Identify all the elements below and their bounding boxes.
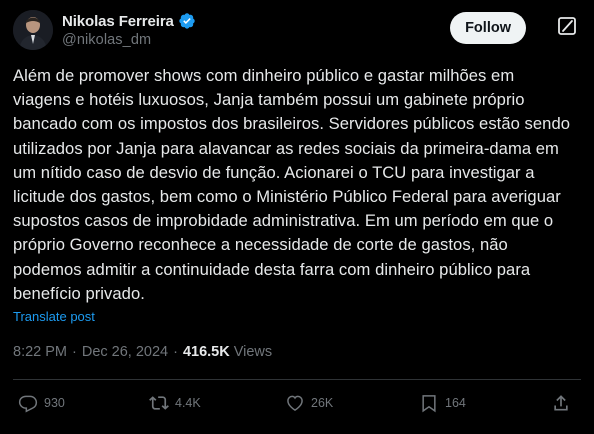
post-meta: 8:22 PM · Dec 26, 2024 · 416.5K Views bbox=[13, 344, 272, 360]
views-count[interactable]: 416.5K bbox=[183, 344, 230, 360]
like-button[interactable]: 26K bbox=[285, 391, 333, 415]
post-text-line: licitude dos gastos, bem como o Ministér… bbox=[13, 187, 561, 207]
grok-icon[interactable] bbox=[557, 16, 577, 36]
post-text-line: Além de promover shows com dinheiro públ… bbox=[13, 66, 515, 85]
reply-icon bbox=[18, 393, 38, 413]
author-handle[interactable]: @nikolas_dm bbox=[62, 32, 196, 48]
repost-count: 4.4K bbox=[175, 396, 201, 410]
post-text-line: próprio Governo reconhece a necessidade … bbox=[13, 235, 508, 255]
meta-separator: · bbox=[72, 344, 77, 360]
post-text-line: um nítido caso de desvio de função. Acio… bbox=[13, 162, 535, 182]
reply-count: 930 bbox=[44, 396, 65, 410]
reply-button[interactable]: 930 bbox=[18, 391, 65, 415]
author-name[interactable]: Nikolas Ferreira bbox=[62, 13, 174, 30]
post-text-line: viagens e hotéis luxuosos, Janja também … bbox=[13, 90, 525, 110]
avatar[interactable] bbox=[13, 10, 53, 50]
action-bar: 930 4.4K 26K 164 bbox=[13, 391, 581, 415]
like-count: 26K bbox=[311, 396, 334, 410]
share-icon bbox=[551, 393, 571, 413]
post-text-line: podemos admitir a continuidade desta far… bbox=[13, 259, 531, 279]
divider bbox=[13, 379, 581, 380]
bookmark-icon bbox=[419, 393, 439, 413]
post-time[interactable]: 8:22 PM bbox=[13, 344, 67, 360]
post: Nikolas Ferreira @nikolas_dm Follow Além… bbox=[0, 0, 594, 434]
meta-separator: · bbox=[173, 344, 178, 360]
verified-badge-icon bbox=[178, 12, 196, 30]
post-text-line: bancado com os impostos dos brasileiros.… bbox=[13, 114, 571, 134]
translate-post-link[interactable]: Translate post bbox=[13, 309, 95, 324]
bookmark-count: 164 bbox=[445, 396, 466, 410]
repost-button[interactable]: 4.4K bbox=[149, 391, 201, 415]
views-label: Views bbox=[233, 344, 273, 360]
post-text-line: benefício privado. bbox=[13, 283, 145, 303]
author-block: Nikolas Ferreira @nikolas_dm bbox=[62, 11, 196, 48]
post-text-line: utilizados por Janja para alavancar as r… bbox=[13, 138, 559, 158]
share-button[interactable] bbox=[551, 391, 571, 415]
post-header: Nikolas Ferreira @nikolas_dm Follow bbox=[13, 10, 581, 52]
post-text-line: supostos casos de improbidade administra… bbox=[13, 211, 554, 231]
heart-icon bbox=[285, 393, 305, 413]
repost-icon bbox=[149, 393, 169, 413]
bookmark-button[interactable]: 164 bbox=[419, 391, 466, 415]
post-text: Além de promover shows com dinheiro públ… bbox=[13, 64, 579, 306]
post-date[interactable]: Dec 26, 2024 bbox=[82, 344, 168, 360]
follow-button[interactable]: Follow bbox=[450, 12, 526, 44]
